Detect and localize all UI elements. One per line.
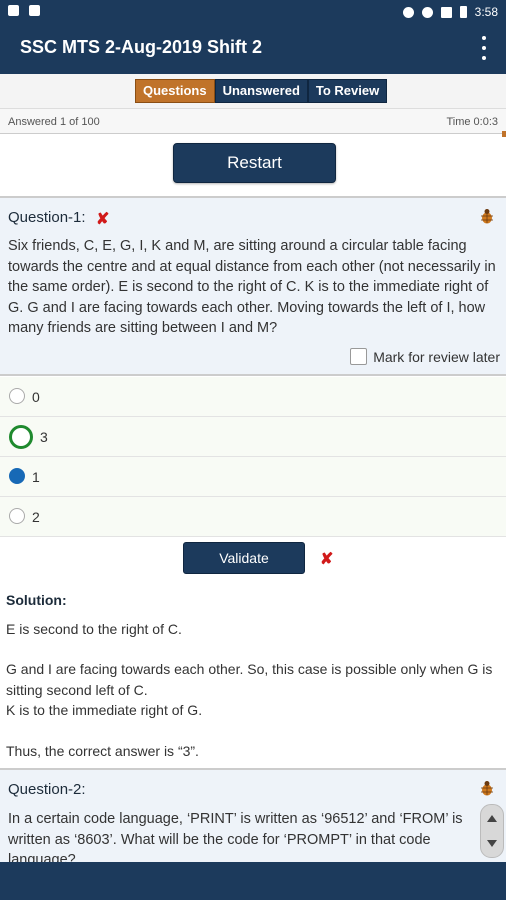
tab-unanswered[interactable]: Unanswered xyxy=(214,79,308,103)
scroll-down-icon[interactable] xyxy=(487,840,497,847)
status-time: 3:58 xyxy=(474,5,498,19)
bottom-bar xyxy=(0,862,506,900)
answered-count: Answered 1 of 100 xyxy=(8,116,100,128)
solution-section: Solution: E is second to the right of C.… xyxy=(6,590,500,761)
scroll-up-icon[interactable] xyxy=(487,815,497,822)
radio-button[interactable] xyxy=(9,388,25,404)
tabs-area: Questions Unanswered To Review xyxy=(0,74,506,108)
option-item[interactable]: 0 xyxy=(0,377,506,417)
validate-row: Validate ✘ xyxy=(0,540,506,576)
question-card: Question-1: ✘ Six friends, C, E, G, I, K… xyxy=(0,196,506,376)
report-bug-icon[interactable] xyxy=(480,208,494,224)
selected-radio[interactable] xyxy=(9,468,25,484)
mark-review-checkbox[interactable]: Mark for review later xyxy=(350,348,500,365)
app-notification-icon xyxy=(29,5,40,16)
question-heading: Question-1: xyxy=(8,209,86,226)
solution-heading: Solution: xyxy=(6,592,67,608)
option-label: 3 xyxy=(40,429,48,445)
progress-bar: Answered 1 of 100 Time 0:0:3 xyxy=(0,108,506,137)
validate-button[interactable]: Validate xyxy=(183,542,305,574)
wrong-answer-icon: ✘ xyxy=(96,211,110,228)
progress-indicator xyxy=(502,131,506,137)
question-heading: Question-2: xyxy=(8,781,86,798)
solution-line: G and I are facing towards each other. S… xyxy=(6,661,493,698)
option-item[interactable]: 1 xyxy=(0,457,506,497)
tab-to-review[interactable]: To Review xyxy=(307,79,388,103)
app-title: SSC MTS 2-Aug-2019 Shift 2 xyxy=(20,37,263,57)
tab-questions[interactable]: Questions xyxy=(135,79,215,103)
wifi-icon xyxy=(421,6,433,18)
restart-button[interactable]: Restart xyxy=(173,143,336,183)
solution-line: K is to the immediate right of G. xyxy=(6,702,203,718)
app-bar: SSC MTS 2-Aug-2019 Shift 2 xyxy=(0,24,506,74)
status-bar: 3:58 xyxy=(0,0,506,24)
option-item[interactable]: 3 xyxy=(0,417,506,457)
gallery-notification-icon xyxy=(8,5,19,16)
tab-group: Questions Unanswered To Review xyxy=(135,79,388,103)
signal-icon xyxy=(440,6,452,18)
scroll-control[interactable] xyxy=(480,804,504,858)
question-text: Six friends, C, E, G, I, K and M, are si… xyxy=(8,238,496,336)
question-card: Question-2: In a certain code language, … xyxy=(0,768,506,863)
dnd-icon xyxy=(402,6,414,18)
overflow-menu-icon[interactable] xyxy=(480,36,488,60)
option-label: 1 xyxy=(32,469,40,485)
report-bug-icon[interactable] xyxy=(480,780,494,796)
timer: Time 0:0:3 xyxy=(446,116,498,128)
app-screen: 3:58 SSC MTS 2-Aug-2019 Shift 2 Question… xyxy=(0,0,506,900)
correct-answer-radio[interactable] xyxy=(9,425,33,449)
option-label: 0 xyxy=(32,389,40,405)
question-text: In a certain code language, ‘PRINT’ is w… xyxy=(8,811,463,863)
checkbox-box[interactable] xyxy=(350,348,368,365)
radio-button[interactable] xyxy=(9,508,25,524)
solution-line: E is second to the right of C. xyxy=(6,620,182,637)
solution-line: Thus, the correct answer is “3”. xyxy=(6,742,199,759)
option-label: 2 xyxy=(32,509,40,525)
answer-options: 0 3 1 2 xyxy=(0,377,506,537)
option-item[interactable]: 2 xyxy=(0,497,506,537)
battery-icon xyxy=(459,6,467,18)
wrong-answer-icon: ✘ xyxy=(320,551,334,568)
mark-review-label: Mark for review later xyxy=(373,348,500,365)
